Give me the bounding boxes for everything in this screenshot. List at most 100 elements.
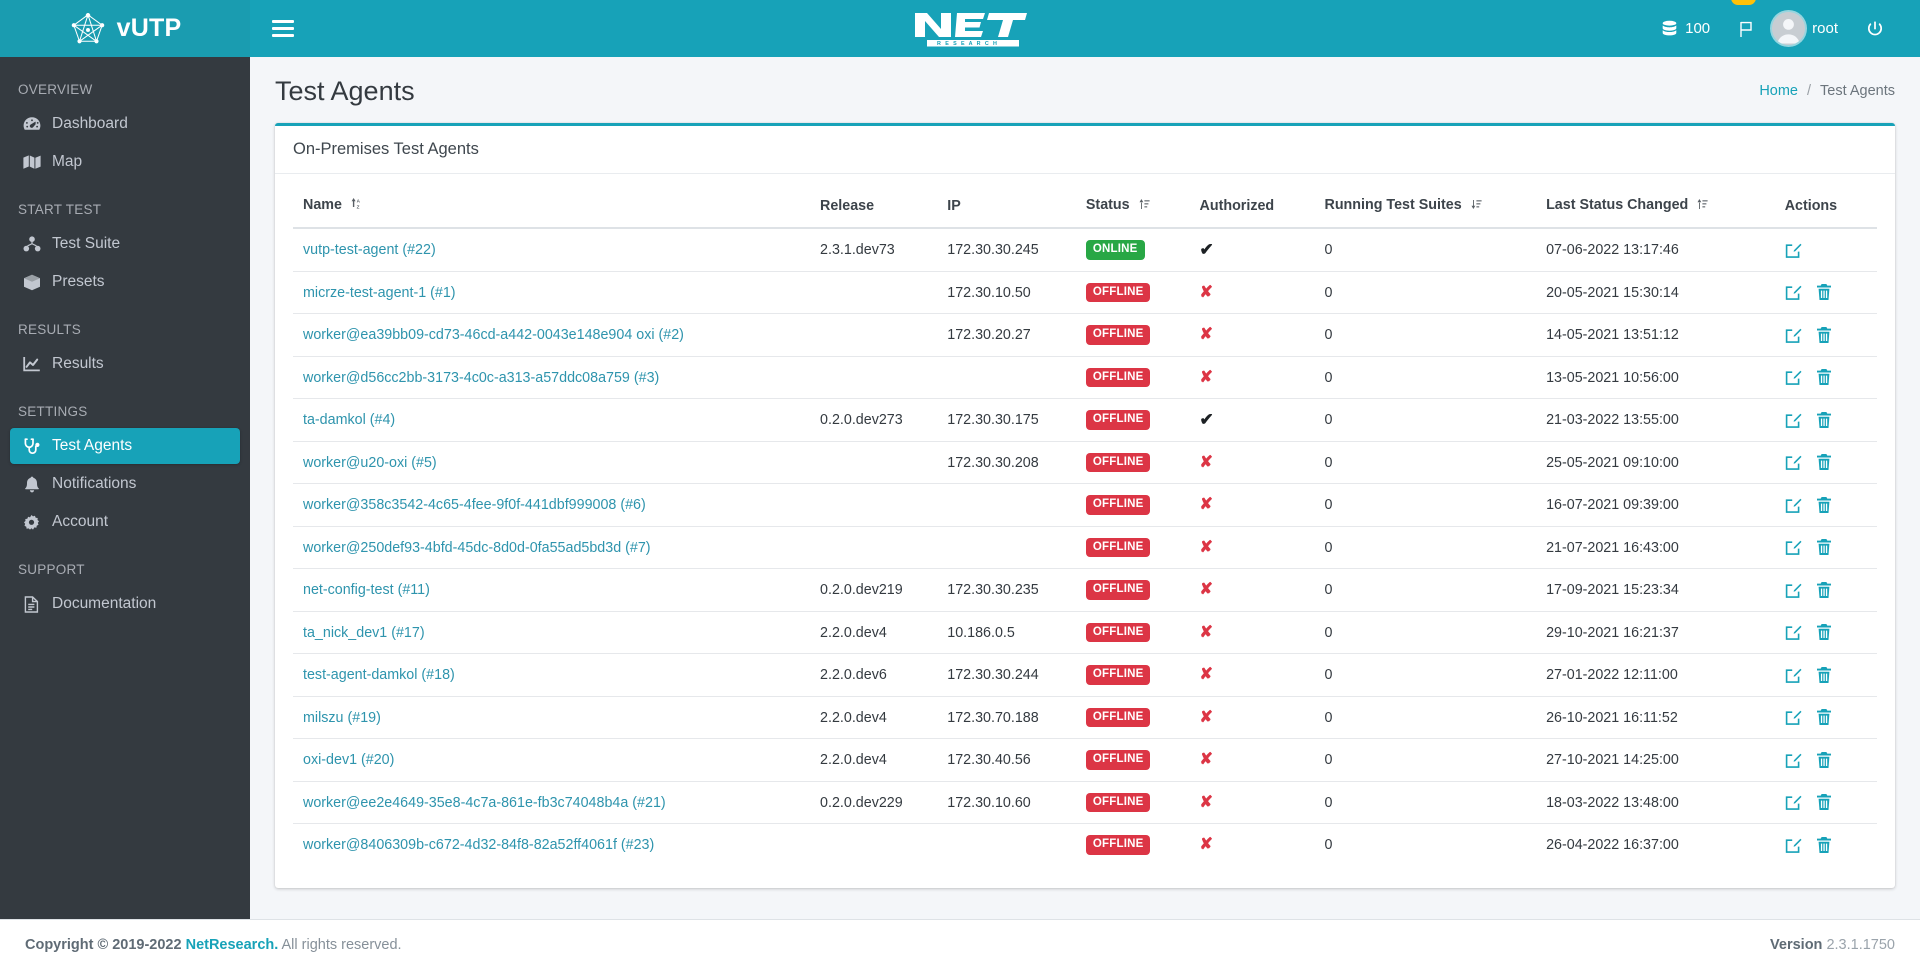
credits-indicator[interactable]: 100 (1647, 0, 1724, 57)
table-head: Name A Z Release IP Status Authorized Ru… (293, 186, 1877, 230)
brand-logo-area[interactable]: vUTP (0, 0, 250, 57)
flags-indicator[interactable]: 287 (1724, 0, 1758, 57)
sidebar-item-map[interactable]: Map (10, 144, 240, 180)
edit-agent-icon[interactable] (1785, 284, 1802, 301)
agent-status-cell: OFFLINE (1075, 398, 1190, 442)
agent-last-status-changed-cell: 18-03-2022 13:48:00 (1536, 780, 1775, 824)
agent-ip-cell: 172.30.70.188 (937, 695, 1076, 739)
authorized-check-icon: ✔ (1199, 240, 1214, 260)
agent-last-status-changed-cell: 07-06-2022 13:17:46 (1546, 242, 1679, 259)
agent-name-link[interactable]: worker@ee2e4649-35e8-4c7a-861e-fb3c74048… (303, 795, 666, 811)
authorized-cross-icon: ✘ (1199, 538, 1213, 556)
edit-agent-icon[interactable] (1785, 752, 1802, 769)
edit-agent-icon[interactable] (1785, 412, 1802, 429)
edit-agent-icon[interactable] (1785, 624, 1802, 641)
edit-agent-icon[interactable] (1785, 242, 1802, 259)
delete-agent-icon[interactable] (1816, 369, 1832, 386)
edit-agent-icon[interactable] (1785, 709, 1802, 726)
agent-name-cell: worker@d56cc2bb-3173-4c0c-a313-a57ddc08a… (293, 355, 811, 399)
agent-release-cell (810, 270, 938, 314)
delete-agent-icon[interactable] (1816, 496, 1832, 514)
sidebar-item-label: Test Suite (52, 235, 121, 252)
agent-last-status-changed-cell: 21-07-2021 16:43:00 (1536, 525, 1775, 569)
sidebar-item-account[interactable]: Account (10, 504, 240, 540)
sidebar-item-test-agents[interactable]: Test Agents (10, 428, 240, 464)
agent-name-link[interactable]: ta_nick_dev1 (#17) (303, 625, 425, 641)
delete-agent-icon[interactable] (1816, 794, 1832, 811)
column-header-status[interactable]: Status (1075, 186, 1190, 230)
edit-agent-icon[interactable] (1785, 582, 1802, 599)
svg-text:R E S E A R C H: R E S E A R C H (937, 41, 998, 47)
agent-name-link[interactable]: micrze-test-agent-1 (#1) (303, 285, 456, 301)
column-header-ip[interactable]: IP (937, 186, 1076, 230)
agent-status-cell: OFFLINE (1075, 568, 1190, 612)
column-header-release[interactable]: Release (810, 186, 938, 230)
agent-name-link[interactable]: worker@8406309b-c672-4d32-84f8-82a52ff40… (303, 837, 654, 853)
agent-name-link[interactable]: worker@250def93-4bfd-45dc-8d0d-0fa55ad5b… (303, 540, 651, 556)
agent-name-link[interactable]: test-agent-damkol (#18) (303, 667, 455, 683)
column-header-last-status-changed[interactable]: Last Status Changed (1536, 186, 1775, 230)
logout-button[interactable] (1852, 0, 1898, 57)
edit-agent-icon[interactable] (1785, 794, 1802, 811)
agent-name-link[interactable]: worker@u20-oxi (#5) (303, 455, 437, 471)
delete-agent-icon[interactable] (1816, 539, 1832, 556)
delete-agent-icon[interactable] (1816, 666, 1832, 684)
column-header-authorized[interactable]: Authorized (1189, 186, 1315, 230)
agent-name-link[interactable]: oxi-dev1 (#20) (303, 752, 394, 768)
sidebar-item-presets[interactable]: Presets (10, 264, 240, 300)
edit-agent-icon[interactable] (1785, 369, 1802, 386)
stethoscope-icon (22, 437, 41, 455)
agent-name-link[interactable]: milszu (#19) (303, 710, 381, 726)
sidebar-item-notifications[interactable]: Notifications (10, 466, 240, 502)
agent-actions-cell (1774, 610, 1877, 654)
sidebar-item-dashboard[interactable]: Dashboard (10, 106, 240, 142)
agent-name-link[interactable]: worker@358c3542-4c65-4fee-9f0f-441dbf999… (303, 497, 646, 513)
agent-name-link[interactable]: worker@ea39bb09-cd73-46cd-a442-0043e148e… (303, 327, 684, 343)
agent-name-link[interactable]: net-config-test (#11) (303, 582, 430, 598)
delete-agent-icon[interactable] (1816, 326, 1832, 344)
hamburger-icon[interactable] (272, 20, 294, 37)
delete-agent-icon[interactable] (1816, 709, 1832, 726)
sidebar-item-documentation[interactable]: Documentation (10, 586, 240, 622)
agent-ip-cell: 172.30.30.208 (937, 440, 1076, 484)
sidebar-item-test-suite[interactable]: Test Suite (10, 226, 240, 262)
svg-text:A: A (357, 199, 361, 204)
edit-agent-icon[interactable] (1785, 539, 1802, 556)
footer-company-link[interactable]: NetResearch. (186, 937, 279, 953)
breadcrumb-home[interactable]: Home (1759, 83, 1798, 99)
status-badge: OFFLINE (1085, 750, 1151, 770)
delete-agent-icon[interactable] (1816, 836, 1832, 854)
agent-ip-cell: 172.30.10.60 (937, 780, 1076, 824)
sidebar-item-results[interactable]: Results (10, 346, 240, 382)
delete-agent-icon[interactable] (1816, 284, 1832, 301)
delete-agent-icon[interactable] (1816, 624, 1832, 641)
agent-name-link[interactable]: worker@d56cc2bb-3173-4c0c-a313-a57ddc08a… (303, 370, 659, 386)
column-header-running-test-suites[interactable]: Running Test Suites (1314, 186, 1537, 230)
agent-ip-cell: 172.30.20.27 (937, 313, 1076, 357)
breadcrumb: Home / Test Agents (1759, 83, 1895, 99)
agent-release-cell (810, 313, 938, 357)
status-badge: OFFLINE (1085, 410, 1151, 430)
agent-name-link[interactable]: ta-damkol (#4) (303, 412, 395, 428)
delete-agent-icon[interactable] (1816, 411, 1832, 429)
agent-ip-cell (937, 483, 1076, 527)
table-row: milszu (#19) 2.2.0.dev4 172.30.70.188 OFFLI… (293, 695, 1877, 739)
agent-last-status-changed-cell: 20-05-2021 15:30:14 (1536, 270, 1775, 314)
column-header-name[interactable]: Name A Z (293, 186, 811, 230)
box-icon (22, 274, 41, 291)
delete-agent-icon[interactable] (1816, 581, 1832, 599)
user-menu[interactable]: root (1758, 0, 1852, 57)
edit-agent-icon[interactable] (1785, 667, 1802, 684)
agent-authorized-cell: ✘ (1189, 823, 1315, 866)
footer-rights: All rights reserved. (281, 936, 402, 953)
sidebar-header-overview: OVERVIEW (18, 82, 93, 97)
agent-name-link[interactable]: vutp-test-agent (#22) (303, 242, 436, 258)
delete-agent-icon[interactable] (1816, 751, 1832, 769)
edit-agent-icon[interactable] (1785, 327, 1802, 344)
edit-agent-icon[interactable] (1785, 497, 1802, 514)
edit-agent-icon[interactable] (1785, 454, 1802, 471)
delete-agent-icon[interactable] (1816, 454, 1832, 471)
top-navbar: vUTP R E S E A R C H 100 root (0, 0, 1920, 57)
table-row: test-agent-damkol (#18) 2.2.0.dev6 172.30.… (293, 653, 1877, 697)
edit-agent-icon[interactable] (1785, 837, 1802, 854)
